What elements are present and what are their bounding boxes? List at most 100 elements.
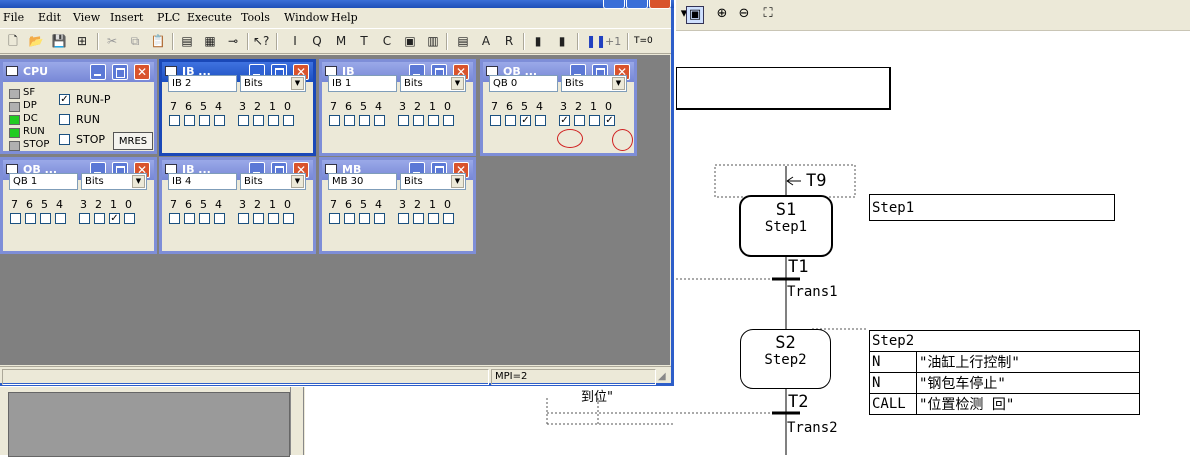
bit-checkbox[interactable] [398, 213, 409, 224]
paste-icon[interactable]: 📋 [150, 33, 166, 49]
step-mode-icon[interactable]: ▮ [530, 33, 546, 49]
open-icon[interactable]: 📂 [28, 33, 44, 49]
insert-register-icon[interactable]: R [501, 33, 517, 49]
cascade-icon[interactable]: ▤ [179, 33, 195, 49]
bit-checkbox[interactable] [124, 213, 135, 224]
insert-generic-icon[interactable]: ▣ [402, 33, 418, 49]
bit-checkbox[interactable] [40, 213, 51, 224]
bit-checkbox[interactable] [344, 115, 355, 126]
format-select[interactable]: Bits ▼ [81, 173, 147, 190]
action-name[interactable]: "油缸上行控制" [916, 351, 1140, 373]
bit-checkbox[interactable] [253, 213, 264, 224]
insert-vertical-bits-icon[interactable]: ▥ [425, 33, 441, 49]
insert-stack-icon[interactable]: ▤ [455, 33, 471, 49]
resize-grip-icon[interactable]: ◢ [658, 371, 666, 382]
address-input[interactable]: QB 1 [9, 173, 78, 190]
pin-icon[interactable]: ⊸ [225, 33, 241, 49]
bit-checkbox[interactable] [283, 115, 294, 126]
bit-checkbox[interactable] [329, 213, 340, 224]
address-input[interactable]: MB 30 [328, 173, 397, 190]
tile-icon[interactable]: ▦ [202, 33, 218, 49]
bit-checkbox[interactable] [214, 213, 225, 224]
format-select[interactable]: Bits ▼ [400, 75, 466, 92]
menu-insert[interactable]: Insert [110, 11, 143, 24]
close-button[interactable] [649, 0, 671, 9]
bit-checkbox[interactable] [55, 213, 66, 224]
bit-checkbox[interactable] [184, 115, 195, 126]
step-s2[interactable]: S2 Step2 [740, 329, 831, 389]
address-input[interactable]: QB 0 [489, 75, 558, 92]
bit-checkbox[interactable] [359, 115, 370, 126]
bit-checkbox[interactable]: ✓ [604, 115, 615, 126]
menu-help[interactable]: Help [331, 11, 358, 24]
action-name[interactable]: "位置检测 回" [916, 393, 1140, 415]
bit-checkbox[interactable] [443, 115, 454, 126]
bit-checkbox[interactable] [413, 213, 424, 224]
chevron-down-icon[interactable]: ▼ [451, 175, 464, 188]
bit-checkbox[interactable] [25, 213, 36, 224]
transition-t1-label[interactable]: Trans1 [787, 284, 838, 300]
address-input[interactable]: IB 1 [328, 75, 397, 92]
new-icon[interactable]: 🗋 [5, 33, 21, 49]
bit-checkbox[interactable] [398, 115, 409, 126]
menu-edit[interactable]: Edit [38, 11, 61, 24]
bit-checkbox[interactable] [184, 213, 195, 224]
bit-checkbox[interactable] [374, 115, 385, 126]
bit-checkbox[interactable] [214, 115, 225, 126]
breakpoint-icon[interactable]: ▮ [554, 33, 570, 49]
bit-checkbox[interactable] [238, 213, 249, 224]
copy-icon[interactable]: ⧉ [127, 33, 143, 49]
bit-checkbox[interactable] [589, 115, 600, 126]
cut-icon[interactable]: ✂ [104, 33, 120, 49]
save-icon[interactable]: 💾 [51, 33, 67, 49]
bit-checkbox[interactable] [329, 115, 340, 126]
menu-window[interactable]: Window [284, 11, 329, 24]
bit-checkbox[interactable] [505, 115, 516, 126]
bit-checkbox[interactable] [268, 213, 279, 224]
bit-checkbox[interactable] [94, 213, 105, 224]
chevron-down-icon[interactable]: ▼ [291, 175, 304, 188]
bit-checkbox[interactable] [283, 213, 294, 224]
bit-checkbox[interactable]: ✓ [520, 115, 531, 126]
bit-checkbox[interactable] [253, 115, 264, 126]
bit-checkbox[interactable] [199, 213, 210, 224]
cpu-window-title-bar[interactable]: CPU ✕ [3, 62, 154, 82]
bit-checkbox[interactable] [413, 115, 424, 126]
step-s1[interactable]: S1 Step1 [739, 195, 833, 257]
bit-checkbox[interactable] [344, 213, 355, 224]
pause-icon[interactable]: ❚❚ [586, 33, 606, 49]
mode-stop-checkbox[interactable] [59, 134, 70, 145]
plcsim-title-bar[interactable] [0, 0, 674, 8]
bit-checkbox[interactable] [443, 213, 454, 224]
network-icon[interactable]: ⊞ [74, 33, 90, 49]
menu-plc[interactable]: PLC [157, 11, 180, 24]
insert-timer-icon[interactable]: T [356, 33, 372, 49]
format-select[interactable]: Bits ▼ [240, 75, 306, 92]
bit-checkbox[interactable]: ✓ [109, 213, 120, 224]
mode-run-p-checkbox[interactable]: ✓ [59, 94, 70, 105]
insert-output-icon[interactable]: Q [309, 33, 325, 49]
bit-checkbox[interactable] [199, 115, 210, 126]
bit-checkbox[interactable] [535, 115, 546, 126]
chevron-down-icon[interactable]: ▼ [132, 175, 145, 188]
bit-checkbox[interactable] [490, 115, 501, 126]
cpu-close-button[interactable]: ✕ [134, 64, 150, 80]
address-input[interactable]: IB 2 [168, 75, 237, 92]
bit-checkbox[interactable] [428, 115, 439, 126]
bit-checkbox[interactable] [10, 213, 21, 224]
bit-checkbox[interactable] [238, 115, 249, 126]
bit-checkbox[interactable] [574, 115, 585, 126]
menu-view[interactable]: View [73, 11, 100, 24]
next-cycle-button[interactable]: +1 [605, 35, 621, 48]
insert-marker-icon[interactable]: M [333, 33, 349, 49]
format-select[interactable]: Bits ▼ [561, 75, 627, 92]
cpu-minimize-button[interactable] [90, 64, 106, 80]
mres-button[interactable]: MRES [113, 132, 153, 150]
bit-checkbox[interactable] [374, 213, 385, 224]
bit-checkbox[interactable] [359, 213, 370, 224]
bit-checkbox[interactable] [268, 115, 279, 126]
help-pointer-icon[interactable]: ↖? [253, 33, 269, 49]
bit-checkbox[interactable] [169, 213, 180, 224]
minimize-button[interactable] [603, 0, 625, 9]
maximize-button[interactable] [626, 0, 648, 9]
